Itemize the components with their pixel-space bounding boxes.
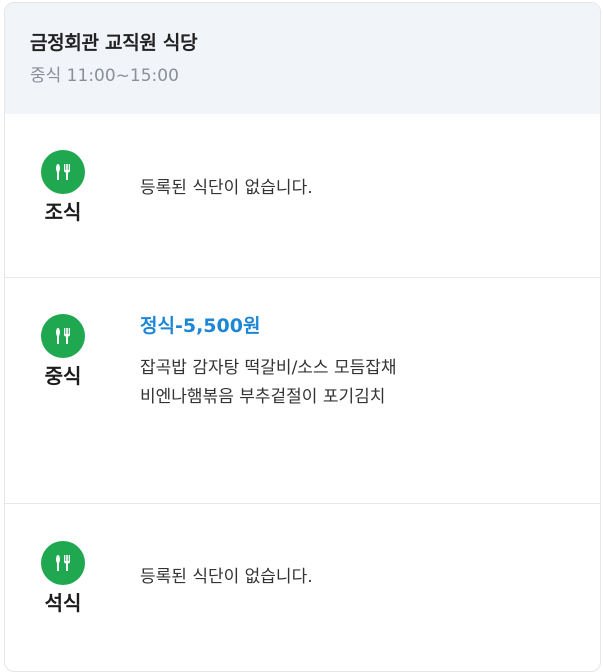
meal-content-lunch: 정식-5,500원 잡곡밥 감자탕 떡갈비/소스 모듬잡채 비엔나햄볶음 부추겉… xyxy=(140,314,580,412)
fork-knife-icon xyxy=(41,150,85,194)
cafeteria-card: 금정회관 교직원 식당 중식 11:00~15:00 조식 등록된 식단이 없습… xyxy=(4,2,601,672)
fork-knife-icon xyxy=(41,541,85,585)
menu-line: 잡곡밥 감자탕 떡갈비/소스 모듬잡채 xyxy=(140,358,397,378)
meal-content-breakfast: 등록된 식단이 없습니다. xyxy=(140,177,580,199)
meal-badge-breakfast: 조식 xyxy=(40,150,86,225)
meal-label-lunch: 중식 xyxy=(44,364,82,388)
fork-knife-icon xyxy=(41,314,85,358)
meal-badge-dinner: 석식 xyxy=(40,541,86,616)
menu-title: 정식-5,500원 xyxy=(140,315,261,337)
menu-line: 비엔나햄볶음 부추겉절이 포기김치 xyxy=(140,387,386,407)
meal-row-breakfast: 조식 등록된 식단이 없습니다. xyxy=(5,114,600,277)
meal-content-dinner: 등록된 식단이 없습니다. xyxy=(140,566,580,588)
meal-row-dinner: 석식 등록된 식단이 없습니다. xyxy=(5,503,600,671)
empty-menu-message: 등록된 식단이 없습니다. xyxy=(140,178,313,198)
restaurant-hours: 중식 11:00~15:00 xyxy=(30,66,179,86)
meal-row-lunch: 중식 정식-5,500원 잡곡밥 감자탕 떡갈비/소스 모듬잡채 비엔나햄볶음 … xyxy=(5,277,600,503)
meal-label-breakfast: 조식 xyxy=(44,200,82,224)
meal-badge-lunch: 중식 xyxy=(40,314,86,389)
empty-menu-message: 등록된 식단이 없습니다. xyxy=(140,567,313,587)
card-header: 금정회관 교직원 식당 중식 11:00~15:00 xyxy=(5,3,600,114)
meal-label-dinner: 석식 xyxy=(44,591,82,615)
restaurant-name: 금정회관 교직원 식당 xyxy=(30,32,198,54)
menu-items: 잡곡밥 감자탕 떡갈비/소스 모듬잡채 비엔나햄볶음 부추겉절이 포기김치 xyxy=(140,354,580,412)
